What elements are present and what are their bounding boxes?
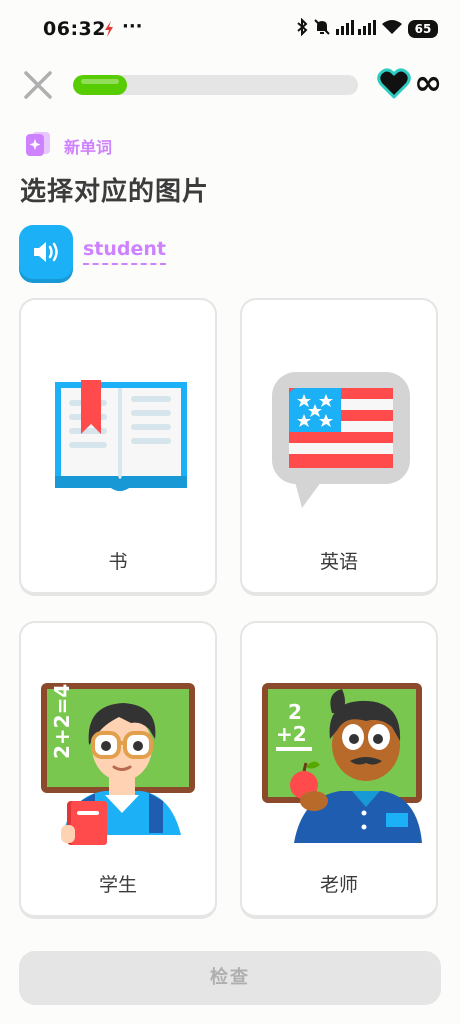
bluetooth-icon	[296, 17, 308, 40]
choice-card-student[interactable]: 2+2=4 学生	[19, 621, 217, 919]
lesson-progress-bar	[73, 75, 358, 95]
choice-label: 英语	[319, 551, 358, 573]
choice-card-book[interactable]: 书	[19, 298, 217, 596]
wifi-icon	[382, 19, 402, 39]
close-button[interactable]	[20, 67, 56, 103]
student-icon: 2+2=4	[41, 683, 195, 845]
new-word-badge: 新单词	[24, 131, 112, 161]
progress-fill	[73, 75, 128, 95]
more-notifications-icon: ···	[122, 16, 143, 37]
status-bar: 06:32 ··· 65	[0, 0, 460, 60]
choice-card-teacher[interactable]: 2 +2 老师	[240, 621, 438, 919]
signal-icon	[336, 19, 376, 39]
check-button[interactable]: 检查	[19, 951, 441, 1005]
hearts-count: ∞	[414, 63, 443, 103]
heart-icon[interactable]	[377, 68, 411, 100]
choice-card-english[interactable]: 英语	[240, 298, 438, 596]
svg-text:2: 2	[288, 700, 302, 724]
new-word-label: 新单词	[64, 138, 113, 157]
svg-text:2+2=4: 2+2=4	[50, 684, 74, 759]
status-time: 06:32	[43, 18, 106, 40]
choice-label: 学生	[98, 874, 137, 896]
book-icon	[55, 380, 187, 491]
close-icon	[24, 71, 52, 99]
flash-icon	[102, 20, 116, 42]
play-audio-button[interactable]	[19, 225, 73, 279]
mute-bell-icon	[314, 18, 330, 40]
svg-text:+2: +2	[276, 722, 307, 746]
page-title: 选择对应的图片	[20, 177, 210, 207]
speaker-icon	[34, 242, 58, 262]
teacher-icon: 2 +2	[262, 683, 422, 843]
us-flag-speech-icon	[272, 372, 410, 508]
prompt-word[interactable]: student	[83, 238, 167, 265]
status-icons: 65	[296, 17, 438, 40]
new-word-icon	[24, 131, 52, 161]
choice-label: 书	[108, 551, 128, 573]
battery-icon: 65	[408, 20, 438, 38]
choice-label: 老师	[319, 874, 358, 896]
